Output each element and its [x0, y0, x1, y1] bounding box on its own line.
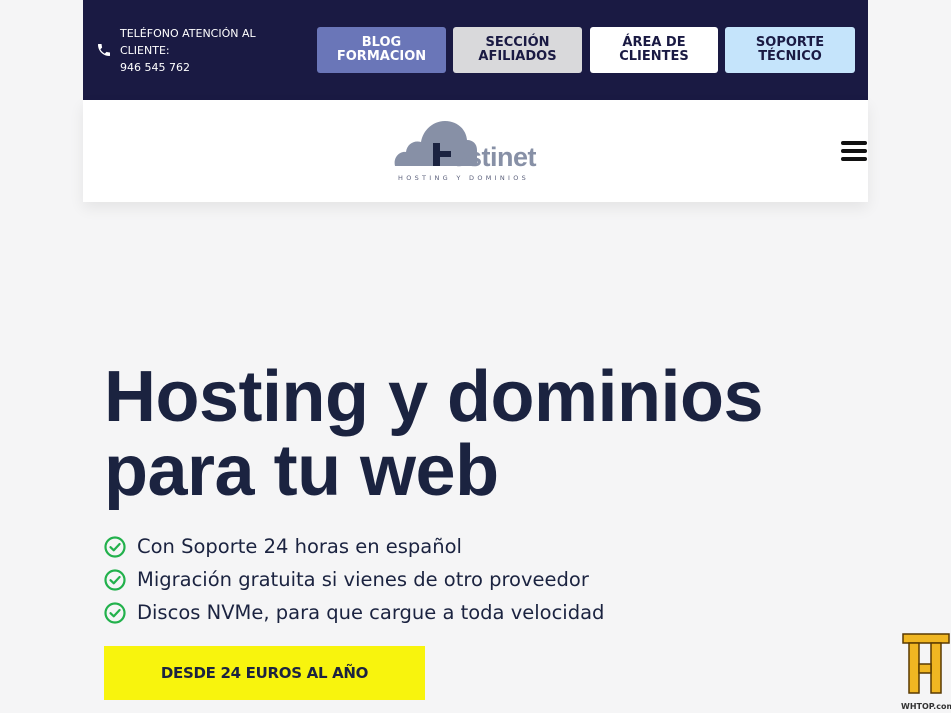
- phone-icon: [98, 44, 110, 56]
- cloud-logo-icon: ostinet: [394, 121, 537, 172]
- feature-text: Con Soporte 24 horas en español: [137, 535, 462, 558]
- watermark-text: WHTOP.com: [901, 702, 951, 711]
- feature-text: Migración gratuita si vienes de otro pro…: [137, 568, 589, 591]
- seccion-afiliados-button[interactable]: SECCIÓN AFILIADOS: [453, 27, 582, 73]
- hostinet-logo[interactable]: ostinet HOSTING Y DOMINIOS: [393, 118, 559, 184]
- phone-label: TELÉFONO ATENCIÓN AL CLIENTE:: [120, 27, 256, 57]
- logo-wordmark: ostinet: [451, 142, 537, 172]
- watermark-logo-icon: [902, 633, 950, 694]
- pricing-cta-button[interactable]: DESDE 24 EUROS AL AÑO: [104, 646, 425, 700]
- menu-icon[interactable]: [841, 141, 867, 161]
- phone-contact[interactable]: TELÉFONO ATENCIÓN AL CLIENTE: 946 545 76…: [120, 25, 290, 76]
- top-bar: TELÉFONO ATENCIÓN AL CLIENTE: 946 545 76…: [83, 0, 868, 100]
- feature-list: Con Soporte 24 horas en español Migració…: [104, 530, 604, 629]
- check-circle-icon: [104, 568, 126, 591]
- area-clientes-button[interactable]: ÁREA DE CLIENTES: [590, 27, 718, 73]
- blog-formacion-button[interactable]: BLOG FORMACION: [317, 27, 446, 73]
- phone-number[interactable]: 946 545 762: [120, 59, 290, 76]
- main-navbar: ostinet HOSTING Y DOMINIOS: [83, 100, 868, 202]
- feature-item: Migración gratuita si vienes de otro pro…: [104, 563, 604, 596]
- feature-text: Discos NVMe, para que cargue a toda velo…: [137, 601, 605, 624]
- hero-title: Hosting y dominios para tu web: [104, 357, 764, 511]
- logo-tagline: HOSTING Y DOMINIOS: [398, 174, 530, 182]
- feature-item: Discos NVMe, para que cargue a toda velo…: [104, 596, 604, 629]
- whtop-watermark: WHTOP.com: [901, 632, 951, 713]
- check-circle-icon: [104, 601, 126, 624]
- soporte-tecnico-button[interactable]: SOPORTE TÉCNICO: [725, 27, 855, 73]
- check-circle-icon: [104, 535, 126, 558]
- feature-item: Con Soporte 24 horas en español: [104, 530, 604, 563]
